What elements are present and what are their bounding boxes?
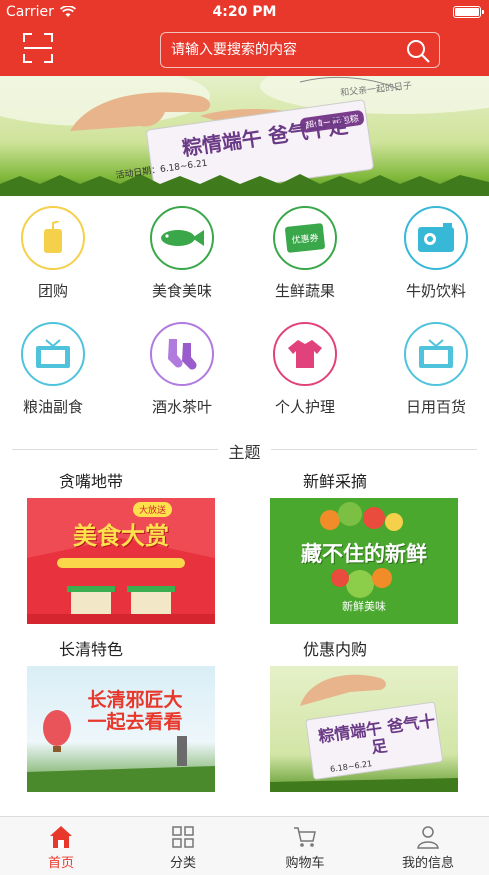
tv-icon	[21, 322, 85, 386]
tab-label: 分类	[169, 856, 196, 871]
search-icon[interactable]	[405, 38, 431, 64]
category-group-buy[interactable]: 团购	[3, 206, 103, 301]
category-milk[interactable]: 牛奶饮料	[386, 206, 486, 301]
status-time: 4:20 PM	[212, 4, 277, 20]
snacks-headline: 美食大赏	[73, 522, 169, 550]
category-label: 生鲜蔬果	[274, 282, 335, 300]
category-label: 个人护理	[274, 398, 335, 416]
search-input[interactable]	[171, 33, 401, 66]
category-fresh[interactable]: 优惠券 生鲜蔬果	[255, 206, 355, 301]
category-label: 牛奶饮料	[405, 282, 466, 300]
section-title-wrap: 主题	[0, 439, 489, 463]
category-drinks[interactable]: 酒水茶叶	[132, 322, 232, 417]
shirt-icon	[273, 322, 337, 386]
tab-home[interactable]: 首页	[0, 817, 122, 875]
theme-image-fresh[interactable]: 藏不住的新鲜 新鲜美味	[270, 498, 458, 624]
socks-icon	[150, 322, 214, 386]
tv-icon	[404, 322, 468, 386]
category-label: 酒水茶叶	[151, 398, 212, 416]
category-grain[interactable]: 粮油副食	[3, 322, 103, 417]
section-title: 主题	[218, 443, 271, 462]
cup-icon	[21, 206, 85, 270]
theme-image-internal[interactable]: 粽情端午 爸气十足 6.18~6.21	[270, 666, 458, 792]
theme-image-snacks[interactable]: 大放送 美食大赏	[27, 498, 215, 624]
fresh-headline: 藏不住的新鲜	[301, 542, 427, 566]
fresh-sub: 新鲜美味	[342, 600, 386, 613]
coupon-icon: 优惠券	[273, 206, 337, 270]
snacks-badge: 大放送	[133, 502, 173, 517]
category-label: 日用百货	[405, 398, 466, 416]
search-box[interactable]	[160, 32, 440, 68]
user-icon	[417, 826, 439, 849]
category-personal-care[interactable]: 个人护理	[255, 322, 355, 417]
theme-label: 优惠内购	[303, 640, 368, 659]
section-header: 主题	[0, 437, 489, 463]
fish-icon	[150, 206, 214, 270]
cart-icon	[294, 827, 316, 847]
theme-label: 长清特色	[59, 640, 124, 659]
camera-icon	[404, 206, 468, 270]
category-food[interactable]: 美食美味	[132, 206, 232, 301]
grid-icon	[172, 826, 194, 848]
theme-image-changqing[interactable]: 长清邪匠大 一起去看看	[27, 666, 215, 792]
tab-label: 首页	[47, 856, 74, 871]
home-icon	[50, 826, 72, 848]
tab-label: 我的信息	[401, 856, 454, 871]
top-header: Carrier 4:20 PM	[0, 0, 489, 76]
theme-label: 贪嘴地带	[59, 472, 124, 491]
status-bar: Carrier 4:20 PM	[0, 0, 489, 24]
category-label: 粮油副食	[22, 398, 83, 416]
tab-cart[interactable]: 购物车	[244, 817, 366, 875]
category-label: 美食美味	[151, 282, 212, 300]
category-daily-goods[interactable]: 日用百货	[386, 322, 486, 417]
tab-label: 购物车	[285, 856, 325, 871]
category-label: 团购	[37, 282, 68, 300]
scan-icon[interactable]	[22, 32, 54, 64]
changqing-headline: 长清邪匠大 一起去看看	[87, 689, 183, 733]
tab-profile[interactable]: 我的信息	[367, 817, 489, 875]
coupon-text: 优惠券	[284, 223, 326, 253]
tab-bar: 首页 分类 购物车 我的信息	[0, 816, 489, 875]
tab-category[interactable]: 分类	[122, 817, 244, 875]
theme-label: 新鲜采摘	[303, 472, 368, 491]
battery-icon	[453, 6, 484, 18]
promo-banner[interactable]: 和父亲一起的日子 超值一起包粽 粽情端午 爸气十足 活动日期：6.18~6.21	[0, 76, 489, 196]
